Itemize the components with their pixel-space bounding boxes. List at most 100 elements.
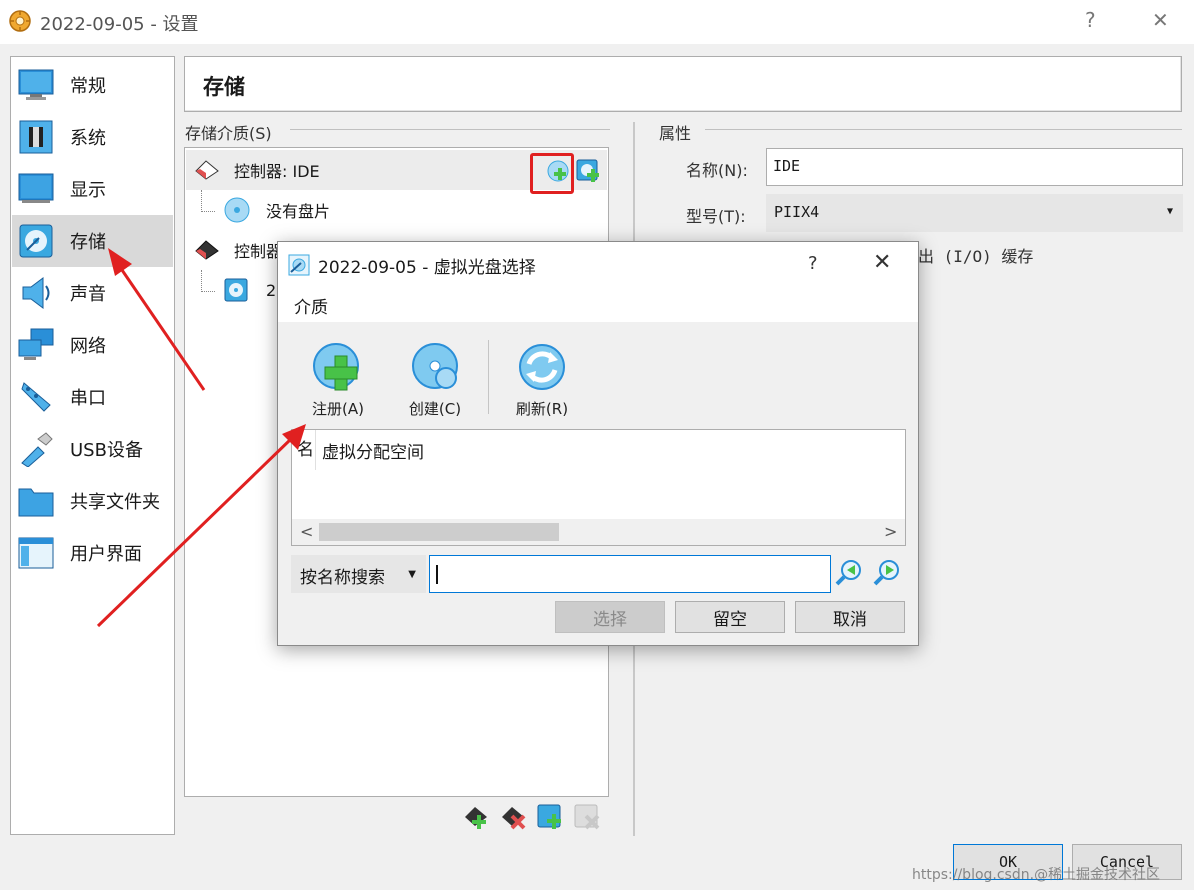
sidebar-item-label: 显示 xyxy=(70,180,106,201)
leave-empty-button[interactable]: 留空 xyxy=(675,601,785,633)
disk-icon xyxy=(18,223,54,259)
search-forward-icon[interactable] xyxy=(872,558,902,588)
ui-window-icon xyxy=(18,535,54,571)
tree-item-label: 控制器: IDE xyxy=(234,162,320,181)
register-label: 注册(A) xyxy=(312,400,364,418)
add-controller-icon[interactable] xyxy=(463,804,489,830)
storage-section-label: 存储介质(S) xyxy=(185,120,278,144)
optical-disk-selector-dialog: 2022-09-05 - 虚拟光盘选择 ? ✕ 介质 注册(A) 创建(C) 刷… xyxy=(277,241,919,646)
dialog-title: 2022-09-05 - 虚拟光盘选择 xyxy=(318,258,536,278)
sidebar-item-label: 声音 xyxy=(70,284,106,305)
network-icon xyxy=(18,327,54,363)
refresh-icon xyxy=(519,344,565,390)
tree-item-label: 没有盘片 xyxy=(266,202,331,221)
sidebar-item-serial-ports[interactable]: 串口 xyxy=(12,371,173,423)
section-divider xyxy=(290,129,610,130)
properties-section-label: 属性 xyxy=(659,120,698,144)
sidebar-item-general[interactable]: 常规 xyxy=(12,59,173,111)
type-label: 型号(T): xyxy=(686,207,746,226)
display-icon xyxy=(18,171,54,207)
title-bar: 2022-09-05 - 设置 ? ✕ xyxy=(0,0,1194,44)
sidebar-item-usb[interactable]: USB设备 xyxy=(12,423,173,475)
type-select[interactable]: PIIX4 ▼ xyxy=(766,194,1183,232)
remove-attachment-icon xyxy=(574,804,600,830)
host-io-cache-label: 出 (I/O) 缓存 xyxy=(918,247,1034,266)
page-title: 存储 xyxy=(203,75,245,99)
sidebar-item-label: 共享文件夹 xyxy=(70,492,160,513)
toolbar-separator xyxy=(488,340,489,414)
sidebar-item-display[interactable]: 显示 xyxy=(12,163,173,215)
create-label: 创建(C) xyxy=(408,400,462,418)
dialog-disc-icon xyxy=(288,254,310,276)
sidebar-item-label: 常规 xyxy=(70,76,106,97)
chip-icon xyxy=(18,119,54,155)
usb-icon xyxy=(18,431,54,467)
column-header-virtual-size[interactable]: 虚拟分配空间 xyxy=(316,438,424,463)
sidebar-item-network[interactable]: 网络 xyxy=(12,319,173,371)
help-button[interactable]: ? xyxy=(1085,8,1096,32)
remove-controller-icon[interactable] xyxy=(500,804,526,830)
dialog-close-button[interactable]: ✕ xyxy=(873,250,891,275)
sidebar-item-label: 存储 xyxy=(70,232,106,253)
sidebar-item-label: 网络 xyxy=(70,336,106,357)
media-list[interactable]: 名 虚拟分配空间 < > xyxy=(291,429,906,546)
sidebar-item-user-interface[interactable]: 用户界面 xyxy=(12,527,173,579)
sidebar-item-system[interactable]: 系统 xyxy=(12,111,173,163)
dropdown-arrow-icon: ▼ xyxy=(1166,206,1173,217)
annotation-highlight-box xyxy=(530,153,574,194)
page-header: 存储 xyxy=(184,56,1182,112)
monitor-icon xyxy=(18,67,54,103)
window-title: 2022-09-05 - 设置 xyxy=(40,14,199,35)
search-backward-icon[interactable] xyxy=(834,558,864,588)
search-mode-value: 按名称搜索 xyxy=(300,568,385,588)
dialog-cancel-button[interactable]: 取消 xyxy=(795,601,905,633)
hard-disk-icon xyxy=(224,278,248,302)
controller-icon xyxy=(195,240,219,260)
optical-disc-icon xyxy=(224,197,250,223)
search-input[interactable] xyxy=(429,555,831,593)
serial-port-icon xyxy=(18,379,54,415)
close-button[interactable]: ✕ xyxy=(1152,8,1169,32)
dialog-title-bar: 2022-09-05 - 虚拟光盘选择 ? ✕ 介质 xyxy=(278,242,918,322)
virtualbox-app-icon xyxy=(9,10,31,32)
add-hard-disk-icon[interactable] xyxy=(576,159,602,183)
name-field[interactable]: IDE xyxy=(766,148,1183,186)
sidebar-item-audio[interactable]: 声音 xyxy=(12,267,173,319)
refresh-button[interactable]: 刷新(R) xyxy=(500,342,584,422)
sidebar-item-label: USB设备 xyxy=(70,440,143,461)
list-header: 名 虚拟分配空间 xyxy=(292,430,424,470)
menu-medium[interactable]: 介质 xyxy=(294,293,328,318)
folder-icon xyxy=(18,483,54,519)
refresh-label: 刷新(R) xyxy=(515,400,569,418)
register-button[interactable]: 注册(A) xyxy=(296,342,380,422)
speaker-icon xyxy=(18,275,54,311)
controller-icon xyxy=(195,160,219,180)
column-header-name[interactable]: 名 xyxy=(292,430,316,470)
settings-category-list: 常规 系统 显示 存储 声音 网络 串口 USB设备 共享文件夹 用户界面 xyxy=(10,56,175,835)
sidebar-item-label: 系统 xyxy=(70,128,106,149)
create-disc-icon xyxy=(412,343,458,389)
sidebar-item-shared-folders[interactable]: 共享文件夹 xyxy=(12,475,173,527)
register-icon xyxy=(313,343,359,391)
sidebar-item-label: 串口 xyxy=(70,388,106,409)
watermark: https://blog.csdn.@稀土掘金技术社区 xyxy=(912,867,1161,883)
horizontal-scrollbar[interactable]: < > xyxy=(292,519,905,545)
create-button[interactable]: 创建(C) xyxy=(393,342,477,422)
storage-toolbar xyxy=(463,804,600,830)
type-select-value: PIIX4 xyxy=(774,203,820,221)
scroll-left-icon[interactable]: < xyxy=(300,522,313,541)
sidebar-item-storage[interactable]: 存储 xyxy=(12,215,173,267)
text-caret xyxy=(436,565,438,584)
add-attachment-icon[interactable] xyxy=(537,804,563,830)
tree-item-empty-optical[interactable]: 没有盘片 xyxy=(186,190,607,230)
section-divider xyxy=(705,129,1182,130)
search-mode-select[interactable]: 按名称搜索 ▼ xyxy=(291,555,426,593)
scrollbar-thumb[interactable] xyxy=(319,523,559,541)
sidebar-item-label: 用户界面 xyxy=(70,544,142,565)
tree-item-label: 控制器 xyxy=(234,242,283,261)
dropdown-arrow-icon: ▼ xyxy=(408,569,416,580)
dialog-help-button[interactable]: ? xyxy=(808,253,818,274)
scroll-right-icon[interactable]: > xyxy=(884,522,897,541)
choose-button[interactable]: 选择 xyxy=(555,601,665,633)
name-label: 名称(N): xyxy=(686,161,748,180)
